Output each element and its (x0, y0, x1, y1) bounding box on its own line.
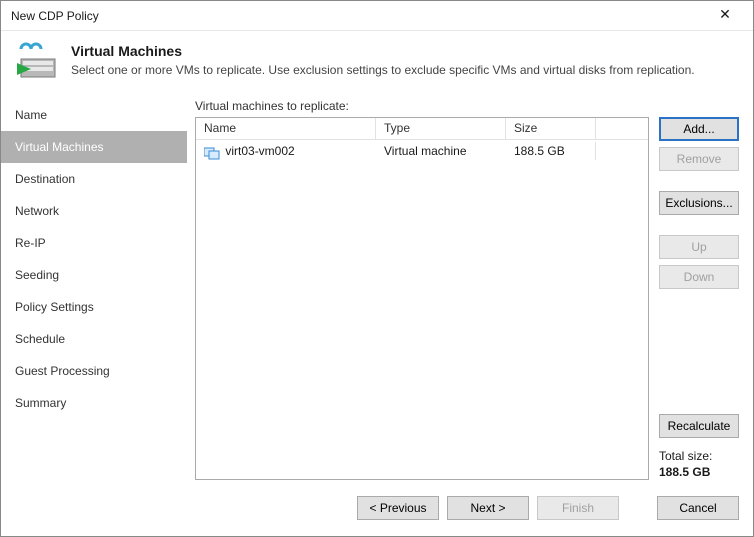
col-header-type[interactable]: Type (376, 118, 506, 139)
down-button: Down (659, 265, 739, 289)
sidebar-item-guest-processing[interactable]: Guest Processing (1, 355, 187, 387)
content-row: Name Type Size (195, 117, 739, 480)
header-text: Virtual Machines Select one or more VMs … (71, 41, 695, 81)
total-size-value: 188.5 GB (659, 465, 710, 479)
sidebar: Name Virtual Machines Destination Networ… (1, 99, 187, 480)
page-subtitle: Select one or more VMs to replicate. Use… (71, 63, 695, 77)
col-header-pad (596, 118, 648, 139)
titlebar: New CDP Policy ✕ (1, 1, 753, 31)
sidebar-item-re-ip[interactable]: Re-IP (1, 227, 187, 259)
col-header-size[interactable]: Size (506, 118, 596, 139)
wizard-step-icon (15, 41, 59, 81)
sidebar-item-summary[interactable]: Summary (1, 387, 187, 419)
list-header: Name Type Size (196, 118, 648, 140)
row-type: Virtual machine (376, 142, 506, 160)
row-name: virt03-vm002 (225, 144, 294, 158)
footer: < Previous Next > Finish Cancel (1, 480, 753, 536)
sidebar-item-name[interactable]: Name (1, 99, 187, 131)
list-body: virt03-vm002 Virtual machine 188.5 GB (196, 140, 648, 479)
vm-list[interactable]: Name Type Size (195, 117, 649, 480)
cancel-button[interactable]: Cancel (657, 496, 739, 520)
close-icon[interactable]: ✕ (705, 2, 745, 30)
section-label: Virtual machines to replicate: (195, 99, 739, 113)
sidebar-item-seeding[interactable]: Seeding (1, 259, 187, 291)
dialog-window: New CDP Policy ✕ Virtual Machines Select… (0, 0, 754, 537)
row-size: 188.5 GB (506, 142, 596, 160)
next-button[interactable]: Next > (447, 496, 529, 520)
finish-button: Finish (537, 496, 619, 520)
page-title: Virtual Machines (71, 43, 695, 59)
previous-button[interactable]: < Previous (357, 496, 439, 520)
window-title: New CDP Policy (11, 9, 705, 23)
total-size: Total size: 188.5 GB (659, 448, 739, 480)
sidebar-item-network[interactable]: Network (1, 195, 187, 227)
body: Name Virtual Machines Destination Networ… (1, 99, 753, 480)
recalculate-button[interactable]: Recalculate (659, 414, 739, 438)
table-row[interactable]: virt03-vm002 Virtual machine 188.5 GB (196, 140, 648, 162)
total-size-label: Total size: (659, 449, 712, 463)
add-button[interactable]: Add... (659, 117, 739, 141)
button-column: Add... Remove Exclusions... Up Down Reca… (659, 117, 739, 480)
col-header-name[interactable]: Name (196, 118, 376, 139)
remove-button: Remove (659, 147, 739, 171)
main-panel: Virtual machines to replicate: Name Type… (187, 99, 739, 480)
header: Virtual Machines Select one or more VMs … (1, 31, 753, 99)
exclusions-button[interactable]: Exclusions... (659, 191, 739, 215)
sidebar-item-destination[interactable]: Destination (1, 163, 187, 195)
sidebar-item-policy-settings[interactable]: Policy Settings (1, 291, 187, 323)
up-button: Up (659, 235, 739, 259)
sidebar-item-schedule[interactable]: Schedule (1, 323, 187, 355)
sidebar-item-virtual-machines[interactable]: Virtual Machines (1, 131, 187, 163)
vm-icon (204, 146, 218, 158)
